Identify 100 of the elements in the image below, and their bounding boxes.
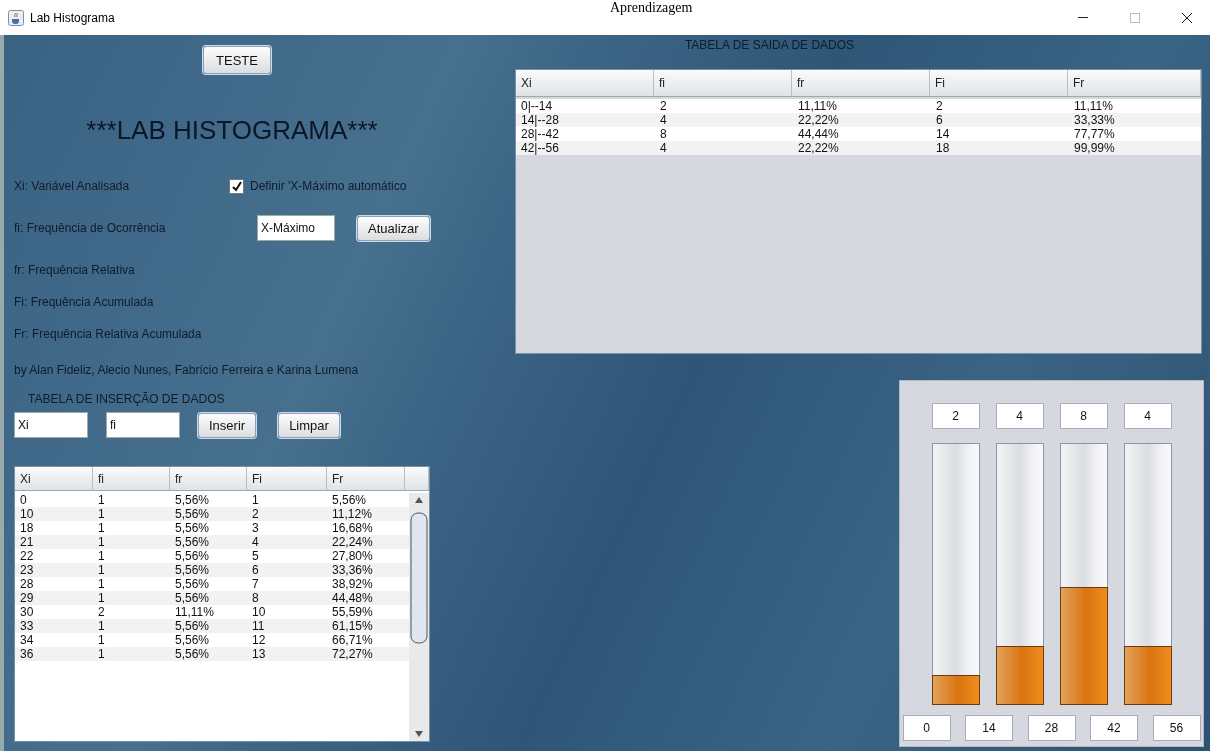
test-button[interactable]: TESTE [203,46,271,74]
table-cell-text: 55,59% [331,605,374,619]
table-cell-text: 23 [19,563,35,577]
bound-label: 14 [965,715,1013,741]
table-cell-text: 5,56% [174,647,211,661]
table-cell-text: 5,56% [174,535,211,549]
table-cell-text: 21 [19,535,35,549]
table-cell-text: 22,22% [797,113,840,127]
table-cell-text: 11,12% [331,507,373,521]
table-cell-text: 6 [251,563,260,577]
table-cell-text: 2 [251,507,260,521]
bound-label: 42 [1090,715,1138,741]
table-cell-text: 1 [97,549,106,563]
bound-label: 28 [1027,715,1076,741]
table-cell-text: 5,56% [174,563,211,577]
table-cell-text: 33,36% [331,563,374,577]
java-cup-icon [8,9,24,26]
section-title: TABELA DE SAIDA DE DADOS [683,38,856,52]
table-cell-text: 22 [19,549,35,563]
credits-text: by Alan Fideliz, Alecio Nunes, Fabrício Ferreira e Karina Lumena [14,363,359,377]
close-icon [1181,11,1193,24]
column-header[interactable]: fi [93,467,170,490]
section-title: TABELA DE INSERÇÃO DE DADOS [27,392,226,406]
table-cell-text: 66,71% [331,633,374,647]
table-cell-text: 11,11% [1073,99,1114,113]
table-cell-text: 1 [97,577,106,591]
table-cell-text: 10 [251,605,267,619]
column-header[interactable]: Fr [327,467,405,490]
count-label: 4 [995,403,1044,429]
count-label: 2 [931,403,980,429]
column-header[interactable]: Xi [15,467,93,490]
table-cell-text: 11,11% [797,99,838,113]
input-field[interactable]: fi [106,412,180,438]
action-button[interactable]: Inserir [198,412,257,438]
table-cell-text: 1 [97,591,106,605]
table-cell-text: 38,92% [331,577,374,591]
table-cell-text: 5,56% [174,577,211,591]
table-cell-text: 1 [97,633,106,647]
column-header[interactable]: Fr [1068,70,1201,96]
table-cell-text: 99,99% [1073,141,1116,155]
input-field[interactable]: Xi [14,412,88,438]
table-cell-text: 5 [251,549,260,563]
table-cell-text: 4 [251,535,260,549]
table-cell-text: 22,24% [331,535,374,549]
table-cell-text: 77,77% [1073,127,1116,141]
table-cell-text: 2 [935,99,944,113]
table-cell-text: 44,44% [797,127,840,141]
legend-text: Fr: Frequência Relativa Acumulada [14,327,202,341]
action-button[interactable]: Limpar [278,412,340,438]
count-label: 4 [1123,403,1172,429]
table-cell-text: 5,56% [174,493,211,507]
legend-text: fr: Frequência Relativa [14,263,135,277]
table-cell-text: 4 [659,113,668,127]
column-header[interactable]: Xi [516,70,654,96]
table-cell-text: 10 [19,507,35,521]
table-cell-text: 27,80% [331,549,374,563]
column-header[interactable]: Fi [930,70,1068,96]
column-header[interactable]: fi [654,70,792,96]
table-cell-text: 1 [97,521,106,535]
table-cell-text: 1 [97,563,106,577]
column-header[interactable]: fr [170,467,247,490]
checkbox[interactable] [229,178,244,194]
table-cell-text: 11,11% [174,605,215,619]
legend-text: fi: Frequência de Ocorrência [14,221,167,235]
minimize-icon [1078,17,1088,18]
app-title: ***LAB HISTOGRAMA*** [85,115,379,146]
table-cell-text: 1 [97,493,106,507]
table-cell-text: 6 [935,113,944,127]
table-cell-text: 4 [659,141,668,155]
table-cell-text: 1 [97,507,106,521]
table-cell-text: 2 [97,605,106,619]
table-cell-text: 8 [659,127,668,141]
table-cell-text: 3 [251,521,260,535]
maximize-icon [1129,11,1141,24]
table-cell-text: 2 [659,99,668,113]
column-header[interactable]: fr [792,70,930,96]
table-cell-text: 30 [19,605,35,619]
table-cell-text: 8 [251,591,260,605]
table-cell-text: 1 [97,619,106,633]
column-header[interactable]: Fi [247,467,327,490]
table-cell-text: 7 [251,577,260,591]
table-cell-text: 72,27% [331,647,374,661]
table-cell-text: 33,33% [1073,113,1116,127]
table-cell-text: 36 [19,647,35,661]
table-cell-text: 5,56% [174,591,211,605]
table-cell-text: 44,48% [331,591,374,605]
table-cell-text: 28 [19,577,35,591]
legend-text: Xi: Variável Analisada [14,179,131,193]
update-button[interactable]: Atualizar [357,215,430,241]
table-cell-text: 14 [935,127,951,141]
table-cell-text: 1 [251,493,260,507]
x-max-field[interactable]: X-Máximo [257,215,335,241]
table-cell-text: 16,68% [331,521,374,535]
table-cell-text: 42|--56 [520,141,560,155]
table-cell-text: 13 [251,647,267,661]
table-cell-text: 5,56% [174,507,211,521]
scrollbar[interactable] [409,493,429,741]
bound-label: 56 [1152,715,1201,741]
table-cell-text: 18 [19,521,35,535]
table-cell-text: 61,15% [331,619,374,633]
